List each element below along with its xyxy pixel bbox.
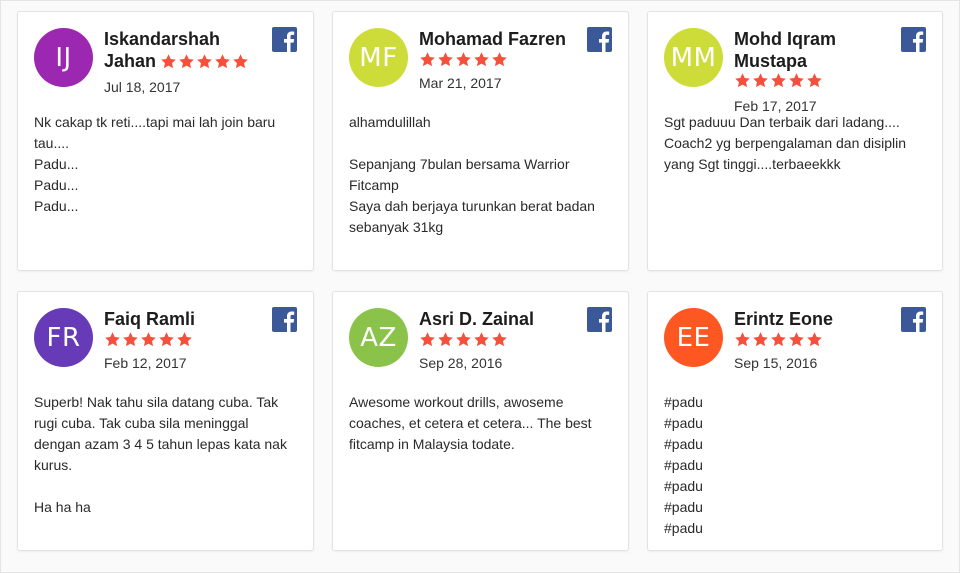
review-date: Mar 21, 2017: [419, 75, 502, 91]
star-icon: [438, 52, 453, 67]
review-card: MM Mohd Iqram Mustapa Feb 17, 2017 Sgt pad…: [647, 11, 943, 271]
review-card: IJ Iskandarshah Jahan Jul 18, 2017 Nk caka…: [17, 11, 314, 271]
reviewer-name[interactable]: Asri D. Zainal: [419, 309, 534, 329]
facebook-icon[interactable]: [272, 27, 297, 52]
review-card: EE Erintz Eone Sep 15, 2016 #padu #padu #pa…: [647, 291, 943, 551]
review-text: alhamdulillah Sepanjang 7bulan bersama W…: [349, 114, 595, 235]
review-header: Iskandarshah Jahan Jul 18, 2017: [104, 28, 265, 96]
reviewer-name[interactable]: Faiq Ramli: [104, 309, 195, 329]
facebook-icon[interactable]: [901, 27, 926, 52]
star-rating: [419, 51, 580, 68]
star-icon: [492, 52, 507, 67]
facebook-icon[interactable]: [587, 307, 612, 332]
reviews-grid: IJ Iskandarshah Jahan Jul 18, 2017 Nk caka…: [17, 11, 943, 551]
star-icon: [771, 73, 786, 88]
star-icon: [177, 332, 192, 347]
reviewer-name[interactable]: Mohd Iqram Mustapa: [734, 29, 836, 71]
star-icon: [215, 54, 231, 69]
star-rating: [104, 331, 265, 348]
star-icon: [789, 73, 804, 88]
facebook-icon[interactable]: [901, 307, 926, 332]
avatar: MF: [349, 28, 408, 87]
avatar: FR: [34, 308, 93, 367]
star-rating: [734, 72, 823, 89]
star-icon: [456, 52, 471, 67]
reviewer-name[interactable]: Erintz Eone: [734, 309, 833, 329]
avatar: AZ: [349, 308, 408, 367]
star-icon: [105, 332, 120, 347]
review-card: MF Mohamad Fazren Mar 21, 2017 alhamdulilla…: [332, 11, 629, 271]
star-icon: [456, 332, 471, 347]
facebook-icon[interactable]: [587, 27, 612, 52]
star-icon: [420, 332, 435, 347]
reviews-widget: IJ Iskandarshah Jahan Jul 18, 2017 Nk caka…: [0, 0, 960, 573]
star-icon: [735, 332, 750, 347]
review-card: FR Faiq Ramli Feb 12, 2017 Superb! Nak tahu…: [17, 291, 314, 551]
review-header: Mohamad Fazren Mar 21, 2017: [419, 28, 580, 92]
review-header: Faiq Ramli Feb 12, 2017: [104, 308, 265, 372]
facebook-icon[interactable]: [272, 307, 297, 332]
star-icon: [123, 332, 138, 347]
star-icon: [420, 52, 435, 67]
star-icon: [807, 73, 822, 88]
review-date: Sep 28, 2016: [419, 355, 503, 371]
star-icon: [474, 332, 489, 347]
star-icon: [492, 332, 507, 347]
avatar: EE: [664, 308, 723, 367]
star-icon: [159, 332, 174, 347]
star-icon: [197, 54, 213, 69]
star-icon: [438, 332, 453, 347]
review-date: Feb 12, 2017: [104, 355, 187, 371]
review-header: Asri D. Zainal Sep 28, 2016: [419, 308, 580, 372]
review-text: Superb! Nak tahu sila datang cuba. Tak r…: [34, 394, 287, 515]
avatar: IJ: [34, 28, 93, 87]
star-icon: [753, 73, 768, 88]
star-icon: [233, 54, 249, 69]
star-icon: [789, 332, 804, 347]
review-text: #padu #padu #padu #padu #padu #padu #pad…: [664, 394, 703, 536]
star-rating: [160, 53, 249, 70]
star-icon: [771, 332, 786, 347]
review-text: Nk cakap tk reti....tapi mai lah join ba…: [34, 114, 276, 214]
star-rating: [419, 331, 580, 348]
star-rating: [734, 331, 894, 348]
star-icon: [141, 332, 156, 347]
star-icon: [735, 73, 750, 88]
review-text: Awesome workout drills, awoseme coaches,…: [349, 394, 592, 452]
star-icon: [161, 54, 177, 69]
star-icon: [807, 332, 822, 347]
review-text: Sgt paduuu Dan terbaik dari ladang.... C…: [664, 114, 907, 172]
review-card: AZ Asri D. Zainal Sep 28, 2016 Awesome work…: [332, 291, 629, 551]
review-date: Jul 18, 2017: [104, 79, 181, 95]
review-header: Mohd Iqram Mustapa Feb 17, 2017: [734, 28, 894, 115]
star-icon: [474, 52, 489, 67]
star-icon: [753, 332, 768, 347]
review-date: Sep 15, 2016: [734, 355, 818, 371]
avatar: MM: [664, 28, 723, 87]
reviewer-name[interactable]: Mohamad Fazren: [419, 29, 566, 49]
star-icon: [179, 54, 195, 69]
review-header: Erintz Eone Sep 15, 2016: [734, 308, 894, 372]
